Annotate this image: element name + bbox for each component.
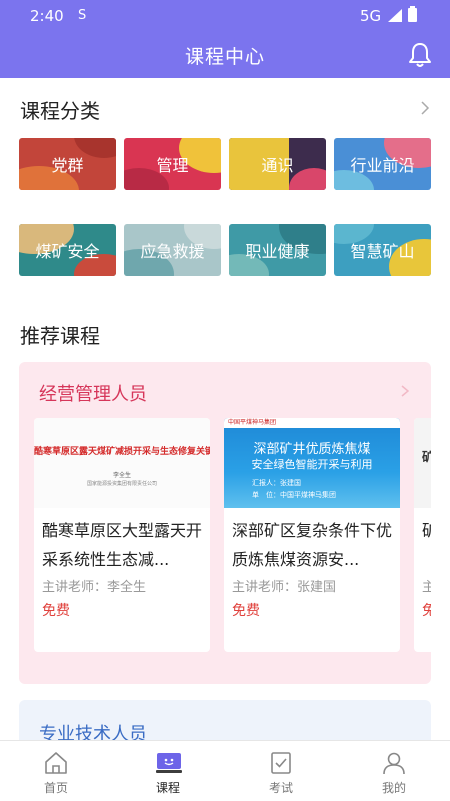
category-tile-行业前沿[interactable]: 行业前沿 [334,138,431,190]
course-thumbnail: 矿 [414,418,431,508]
tab-profile[interactable]: 我的 [338,741,450,801]
category-label: 职业健康 [245,242,310,261]
status-bar: 2:40 S 5G [0,0,450,32]
thumbnail-org: 国家能源投资集团有限责任公司 [86,481,157,487]
course-title: 矿和 [422,521,431,540]
tab-label: 首页 [43,781,68,795]
chevron-right-icon[interactable] [399,384,411,398]
thumbnail-title: 深部矿井优质炼焦煤 [253,442,371,457]
course-title: 酷寒草原区大型露天开采系统性生态减... [42,521,203,569]
category-label: 应急救援 [140,242,205,261]
profile-icon [383,752,405,775]
tab-course[interactable]: 课程 [112,741,224,801]
thumbnail-org: 单 位：中国平煤神马集团 [252,491,336,499]
category-tile-智慧矿山[interactable]: 智慧矿山 [334,224,431,276]
course-icon [156,753,182,773]
course-card[interactable]: 酷寒草原区露天煤矿减损开采与生态修复关键技术 李全生 国家能源投资集团有限责任公… [34,418,210,652]
category-tile-煤矿安全[interactable]: 煤矿安全 [19,224,116,276]
recommend-group-panel: 经营管理人员 酷寒草原区露天煤矿减损开采与生态修复关键技术 李全生 国家能源投资… [19,362,431,684]
page-title: 课程中心 [184,46,265,68]
course-thumbnail: 酷寒草原区露天煤矿减损开采与生态修复关键技术 李全生 国家能源投资集团有限责任公… [34,418,210,508]
bottom-tab-bar: 首页 课程 考试 我的 [0,740,450,800]
course-price: 免费 [42,603,70,619]
network-label: 5G [360,7,382,25]
status-time: 2:40 [30,7,64,25]
battery-icon [408,6,417,22]
category-section-title: 课程分类 [20,99,100,123]
category-tile-应急救援[interactable]: 应急救援 [124,224,221,276]
app-header: 课程中心 [0,32,450,78]
category-label: 智慧矿山 [350,242,415,261]
course-card[interactable]: 矿 矿和 主 免 [414,418,431,652]
category-tile-管理[interactable]: 管理 [124,138,221,190]
exam-icon [271,752,291,774]
course-card[interactable]: 中国平煤神马集团 深部矿井优质炼焦煤 安全绿色智能开采与利用 汇报人：张建国 单… [224,418,400,652]
category-tile-职业健康[interactable]: 职业健康 [229,224,326,276]
thumbnail-title: 酷寒草原区露天煤矿减损开采与生态修复关键技术 [34,447,210,457]
category-label: 煤矿安全 [35,242,100,261]
thumbnail-logo: 中国平煤神马集团 [224,418,400,428]
group-title: 经营管理人员 [39,384,147,405]
category-label: 通识 [261,156,294,175]
home-icon [45,752,67,774]
thumbnail-subtitle: 安全绿色智能开采与利用 [251,458,373,471]
tab-label: 课程 [155,781,180,795]
category-label: 行业前沿 [350,156,415,175]
thumbnail-title: 矿 [422,450,431,464]
category-label: 党群 [51,156,84,175]
sim-icon: S [78,8,87,23]
course-title: 深部矿区复杂条件下优质炼焦煤资源安... [232,521,393,569]
thumbnail-speaker: 李全生 [112,472,131,479]
tab-exam[interactable]: 考试 [225,741,337,801]
course-teacher: 主讲老师：张建国 [232,580,337,595]
course-price: 免 [422,603,431,619]
recommend-section-title: 推荐课程 [20,324,100,348]
course-price: 免费 [232,603,260,619]
course-teacher: 主 [422,580,431,595]
tab-home[interactable]: 首页 [0,741,112,801]
category-tile-通识[interactable]: 通识 [229,138,326,190]
course-thumbnail: 中国平煤神马集团 深部矿井优质炼焦煤 安全绿色智能开采与利用 汇报人：张建国 单… [224,418,400,508]
tab-label: 我的 [381,781,406,795]
thumbnail-speaker: 汇报人：张建国 [252,479,301,487]
category-label: 管理 [156,156,189,175]
category-tile-党群[interactable]: 党群 [19,138,116,190]
bell-icon[interactable] [406,41,434,69]
chevron-right-icon[interactable] [418,100,432,116]
tab-label: 考试 [268,781,293,795]
course-teacher: 主讲老师：李全生 [42,580,147,595]
signal-icon [388,9,402,22]
